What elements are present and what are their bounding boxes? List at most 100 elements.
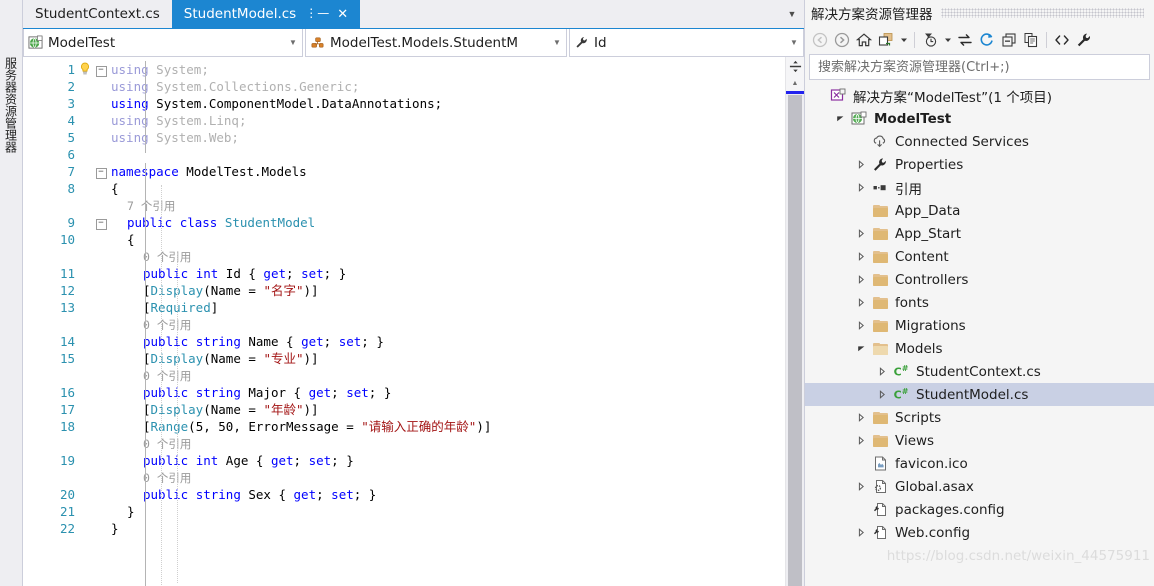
tree-item[interactable]: favicon.ico [805, 452, 1154, 475]
tree-item[interactable]: Controllers [805, 268, 1154, 291]
code-text: public string Name { get; set; } [109, 333, 785, 350]
chevron-up-icon[interactable]: ▲ [786, 75, 804, 91]
code-token: (Name = [203, 283, 264, 298]
chevron-right-icon[interactable] [853, 160, 869, 169]
code-pane[interactable]: 1− using System; 2 using System.Collections… [23, 57, 785, 586]
chevron-right-icon[interactable] [853, 298, 869, 307]
tree-item[interactable]: Global.asax [805, 475, 1154, 498]
tree-item[interactable]: ModelTest [805, 107, 1154, 130]
chevron-right-icon[interactable] [853, 229, 869, 238]
tree-item[interactable]: Web.config [805, 521, 1154, 544]
properties-icon[interactable] [1073, 29, 1095, 51]
chevron-right-icon[interactable] [853, 482, 869, 491]
chevron-right-icon[interactable] [853, 252, 869, 261]
gutter-spacer [79, 197, 93, 214]
split-view-icon[interactable] [786, 57, 804, 76]
chevron-down-icon[interactable]: ▼ [284, 38, 302, 47]
tree-item[interactable]: C# StudentContext.cs [805, 360, 1154, 383]
solution-icon [827, 88, 849, 103]
fold-toggle-icon[interactable]: − [93, 61, 109, 78]
gutter-spacer [79, 78, 93, 95]
tree-item[interactable]: Scripts [805, 406, 1154, 429]
tree-item[interactable]: Content [805, 245, 1154, 268]
search-input[interactable] [816, 58, 1143, 76]
tree-item[interactable]: Views [805, 429, 1154, 452]
chevron-down-icon[interactable]: ▼ [548, 38, 566, 47]
chevron-right-icon[interactable] [874, 390, 890, 399]
type-dropdown[interactable]: ModelTest.Models.StudentM ▼ [305, 29, 567, 57]
chevron-down-icon[interactable]: ▼ [785, 38, 803, 47]
code-token: { [111, 181, 119, 196]
home-icon[interactable] [853, 29, 875, 51]
line-number: 20 [59, 487, 75, 502]
line-number: 2 [67, 79, 75, 94]
editor-tab-studentcontext[interactable]: StudentContext.cs [23, 0, 172, 28]
sync-with-active-document-icon[interactable] [875, 29, 897, 51]
tree-item[interactable]: Models [805, 337, 1154, 360]
collapse-all-icon[interactable] [998, 29, 1020, 51]
chevron-down-icon[interactable] [853, 344, 869, 353]
chevron-right-icon[interactable] [853, 275, 869, 284]
pin-icon[interactable]: ⋮— [305, 7, 329, 19]
chevron-right-icon[interactable] [874, 367, 890, 376]
chevron-down-icon[interactable] [832, 114, 848, 123]
drag-handle-dots[interactable] [940, 8, 1144, 18]
close-icon[interactable]: ✕ [337, 8, 348, 21]
chevron-right-icon[interactable] [853, 183, 869, 192]
editor-tab-studentmodel[interactable]: StudentModel.cs ⋮— ✕ [171, 0, 361, 28]
member-dropdown[interactable]: Id ▼ [569, 29, 804, 57]
line-number [23, 367, 79, 384]
pending-changes-filter-icon[interactable] [919, 29, 941, 51]
tree-item-label: Connected Services [895, 133, 1029, 150]
tree-item[interactable]: Connected Services [805, 130, 1154, 153]
fold-toggle-icon[interactable]: − [93, 214, 109, 231]
tree-item[interactable]: 解决方案“ModelTest”(1 个项目) [805, 84, 1154, 107]
code-line: 12 [Display(Name = "名字")] [23, 282, 785, 299]
gutter-spacer [79, 95, 93, 112]
gutter-spacer [79, 112, 93, 129]
code-text: [Display(Name = "专业")] [109, 350, 785, 367]
show-all-files-icon[interactable] [1020, 29, 1042, 51]
scroll-thumb[interactable] [788, 95, 802, 586]
chevron-down-icon[interactable]: ▼ [780, 0, 804, 28]
chevron-right-icon[interactable] [853, 321, 869, 330]
code-line: 6 [23, 146, 785, 163]
code-token: [ [143, 283, 151, 298]
server-explorer-dock-tab[interactable]: 服务器资源管理器 [0, 0, 22, 210]
editor-navigation-bar: ModelTest ▼ ModelTest.Models.StudentM ▼ [23, 28, 804, 57]
code-line: 5 using System.Web; [23, 129, 785, 146]
chevron-right-icon[interactable] [853, 413, 869, 422]
editor-vertical-scrollbar[interactable]: ▲ [785, 57, 804, 586]
tree-item[interactable]: Properties [805, 153, 1154, 176]
tree-item[interactable]: C# StudentModel.cs [805, 383, 1154, 406]
view-code-icon[interactable] [1051, 29, 1073, 51]
chevron-right-icon[interactable] [853, 436, 869, 445]
tree-item[interactable]: App_Start [805, 222, 1154, 245]
code-line: 22} [23, 520, 785, 537]
fold-toggle-icon[interactable]: − [93, 163, 109, 180]
filter-dropdown-icon[interactable] [941, 29, 954, 51]
line-number: 21 [59, 504, 75, 519]
chevron-right-icon[interactable] [853, 528, 869, 537]
tree-item[interactable]: packages.config [805, 498, 1154, 521]
sync-icon[interactable] [954, 29, 976, 51]
code-token: System [148, 62, 202, 77]
back-icon[interactable] [809, 29, 831, 51]
solution-explorer-search-box[interactable] [809, 54, 1150, 80]
code-token: "请输入正确的年龄" [361, 419, 477, 434]
lightbulb-icon[interactable] [79, 61, 93, 78]
tree-item[interactable]: Migrations [805, 314, 1154, 337]
forward-icon[interactable] [831, 29, 853, 51]
refresh-icon[interactable] [976, 29, 998, 51]
folder-icon [869, 411, 891, 424]
tree-item[interactable]: 引用 [805, 176, 1154, 199]
sync-dropdown-icon[interactable] [897, 29, 910, 51]
project-dropdown[interactable]: ModelTest ▼ [23, 29, 303, 57]
tree-item[interactable]: fonts [805, 291, 1154, 314]
tree-item[interactable]: App_Data [805, 199, 1154, 222]
code-token: )] [303, 283, 319, 298]
